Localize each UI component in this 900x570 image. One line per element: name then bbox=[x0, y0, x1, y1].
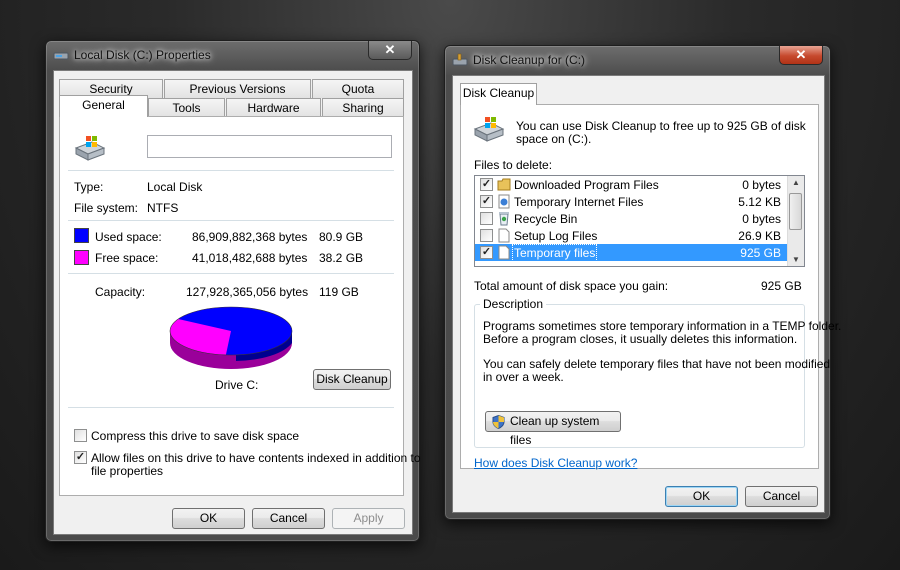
tab-quota[interactable]: Quota bbox=[312, 79, 404, 98]
recycle-bin-icon bbox=[497, 211, 511, 226]
file-name: Recycle Bin bbox=[514, 212, 578, 226]
ok-button[interactable]: OK bbox=[665, 486, 738, 507]
disk-cleanup-icon bbox=[452, 53, 468, 66]
free-space-label: Free space: bbox=[95, 251, 159, 265]
cleanup-close-button[interactable]: ✕ bbox=[779, 46, 823, 65]
properties-titlebar[interactable]: Local Disk (C:) Properties ✕ bbox=[46, 41, 419, 69]
document-icon bbox=[497, 228, 511, 243]
tab-tools[interactable]: Tools bbox=[148, 98, 225, 117]
separator bbox=[68, 273, 394, 274]
cleanup-titlebar[interactable]: Disk Cleanup for (C:) ✕ bbox=[445, 46, 830, 74]
folder-icon bbox=[497, 177, 511, 192]
cleanup-window: Disk Cleanup for (C:) ✕ Disk Cleanup You… bbox=[444, 45, 841, 520]
file-name: Temporary files bbox=[511, 244, 598, 262]
file-size: 925 GB bbox=[740, 246, 781, 260]
compress-checkbox[interactable] bbox=[74, 429, 87, 442]
index-label-line2: file properties bbox=[91, 464, 164, 478]
cleanup-panel: You can use Disk Cleanup to free up to 9… bbox=[460, 104, 841, 470]
type-value: Local Disk bbox=[147, 180, 203, 194]
file-row[interactable]: Recycle Bin 0 bytes bbox=[475, 210, 787, 227]
file-checkbox[interactable]: ✓ bbox=[480, 246, 493, 259]
ok-button[interactable]: OK bbox=[172, 508, 245, 529]
capacity-bytes: 127,928,365,056 bytes bbox=[186, 285, 309, 299]
file-row[interactable]: ✓ Downloaded Program Files 0 bytes bbox=[475, 176, 787, 193]
separator bbox=[68, 220, 394, 221]
used-space-bytes: 86,909,882,368 bytes bbox=[192, 230, 308, 244]
file-system-value: NTFS bbox=[147, 201, 179, 215]
help-link[interactable]: How does Disk Cleanup work? bbox=[474, 456, 637, 470]
files-to-delete-label: Files to delete: bbox=[474, 158, 553, 172]
drive-label: Drive C: bbox=[215, 378, 259, 392]
files-list[interactable]: ✓ Downloaded Program Files 0 bytes ✓ Tempora… bbox=[474, 175, 805, 267]
disk-cleanup-button[interactable]: Disk Cleanup bbox=[313, 369, 391, 390]
file-size: 5.12 KB bbox=[738, 195, 781, 209]
tab-sharing[interactable]: Sharing bbox=[322, 98, 404, 117]
file-row[interactable]: ✓ Temporary Internet Files 5.12 KB bbox=[475, 193, 787, 210]
compress-label: Compress this drive to save disk space bbox=[91, 429, 300, 443]
file-row[interactable]: Setup Log Files 26.9 KB bbox=[475, 227, 787, 244]
document-icon bbox=[497, 245, 511, 260]
cancel-button[interactable]: Cancel bbox=[745, 486, 818, 507]
scroll-up-arrow[interactable]: ▲ bbox=[792, 178, 800, 187]
scroll-thumb[interactable] bbox=[789, 193, 802, 230]
total-value: 925 GB bbox=[761, 279, 802, 293]
separator bbox=[68, 170, 394, 171]
tab-disk-cleanup[interactable]: Disk Cleanup bbox=[460, 83, 537, 105]
internet-files-icon bbox=[497, 194, 511, 209]
properties-window: Local Disk (C:) Properties ✕ Security Pr… bbox=[45, 40, 421, 542]
file-name: Downloaded Program Files bbox=[514, 178, 659, 192]
used-space-gb: 80.9 GB bbox=[319, 230, 364, 244]
clean-up-system-files-button[interactable]: Clean up system files bbox=[485, 411, 621, 447]
index-label-line1: Allow files on this drive to have conten… bbox=[91, 451, 421, 465]
file-checkbox[interactable] bbox=[480, 229, 493, 242]
cleanup-title: Disk Cleanup for (C:) bbox=[473, 53, 586, 67]
used-space-label: Used space: bbox=[95, 230, 162, 244]
description-line2: Before a program closes, it usually dele… bbox=[483, 332, 798, 346]
file-checkbox[interactable]: ✓ bbox=[480, 178, 493, 191]
tab-general[interactable]: General bbox=[59, 95, 148, 117]
cancel-button[interactable]: Cancel bbox=[252, 508, 325, 529]
file-checkbox[interactable]: ✓ bbox=[480, 195, 493, 208]
properties-client: Security Previous Versions Quota General… bbox=[53, 70, 421, 535]
properties-title: Local Disk (C:) Properties bbox=[74, 48, 211, 62]
intro-text-line1: You can use Disk Cleanup to free up to 9… bbox=[516, 119, 806, 133]
type-label: Type: bbox=[74, 180, 104, 194]
shield-icon bbox=[492, 415, 505, 429]
capacity-label: Capacity: bbox=[95, 285, 146, 299]
free-space-swatch bbox=[74, 250, 89, 265]
files-list-scrollbar[interactable]: ▲ ▼ bbox=[787, 176, 804, 266]
disk-usage-pie bbox=[169, 306, 293, 369]
description-line4: in over a week. bbox=[483, 370, 564, 384]
used-space-swatch bbox=[74, 228, 89, 243]
file-name: Setup Log Files bbox=[514, 229, 598, 243]
properties-close-button[interactable]: ✕ bbox=[368, 41, 412, 60]
file-system-label: File system: bbox=[74, 201, 139, 215]
scroll-down-arrow[interactable]: ▼ bbox=[792, 255, 800, 264]
file-name: Temporary Internet Files bbox=[514, 195, 644, 209]
description-line1: Programs sometimes store temporary infor… bbox=[483, 319, 842, 333]
file-size: 26.9 KB bbox=[738, 229, 781, 243]
drive-large-icon bbox=[74, 136, 106, 161]
file-size: 0 bytes bbox=[742, 178, 781, 192]
separator bbox=[68, 407, 394, 408]
volume-name-input[interactable] bbox=[147, 135, 392, 158]
free-space-bytes: 41,018,482,688 bytes bbox=[192, 251, 308, 265]
capacity-gb: 119 GB bbox=[319, 285, 359, 299]
index-checkbox[interactable]: ✓ bbox=[74, 451, 87, 464]
tab-hardware[interactable]: Hardware bbox=[226, 98, 321, 117]
drive-icon bbox=[53, 52, 69, 60]
description-title: Description bbox=[480, 297, 547, 311]
apply-button[interactable]: Apply bbox=[332, 508, 405, 529]
intro-text-line2: space on (C:). bbox=[516, 132, 592, 146]
general-panel: Type: Local Disk File system: NTFS Used … bbox=[59, 116, 421, 496]
file-row[interactable]: ✓ Temporary files 925 GB bbox=[475, 244, 787, 262]
free-space-gb: 38.2 GB bbox=[319, 251, 364, 265]
cleanup-client: Disk Cleanup You can use Disk Cleanup to… bbox=[452, 75, 841, 513]
description-line3: You can safely delete temporary files th… bbox=[483, 357, 831, 371]
file-checkbox[interactable] bbox=[480, 212, 493, 225]
drive-large-icon bbox=[473, 117, 505, 142]
total-label: Total amount of disk space you gain: bbox=[474, 279, 669, 293]
tab-previous-versions[interactable]: Previous Versions bbox=[164, 79, 311, 98]
file-size: 0 bytes bbox=[742, 212, 781, 226]
